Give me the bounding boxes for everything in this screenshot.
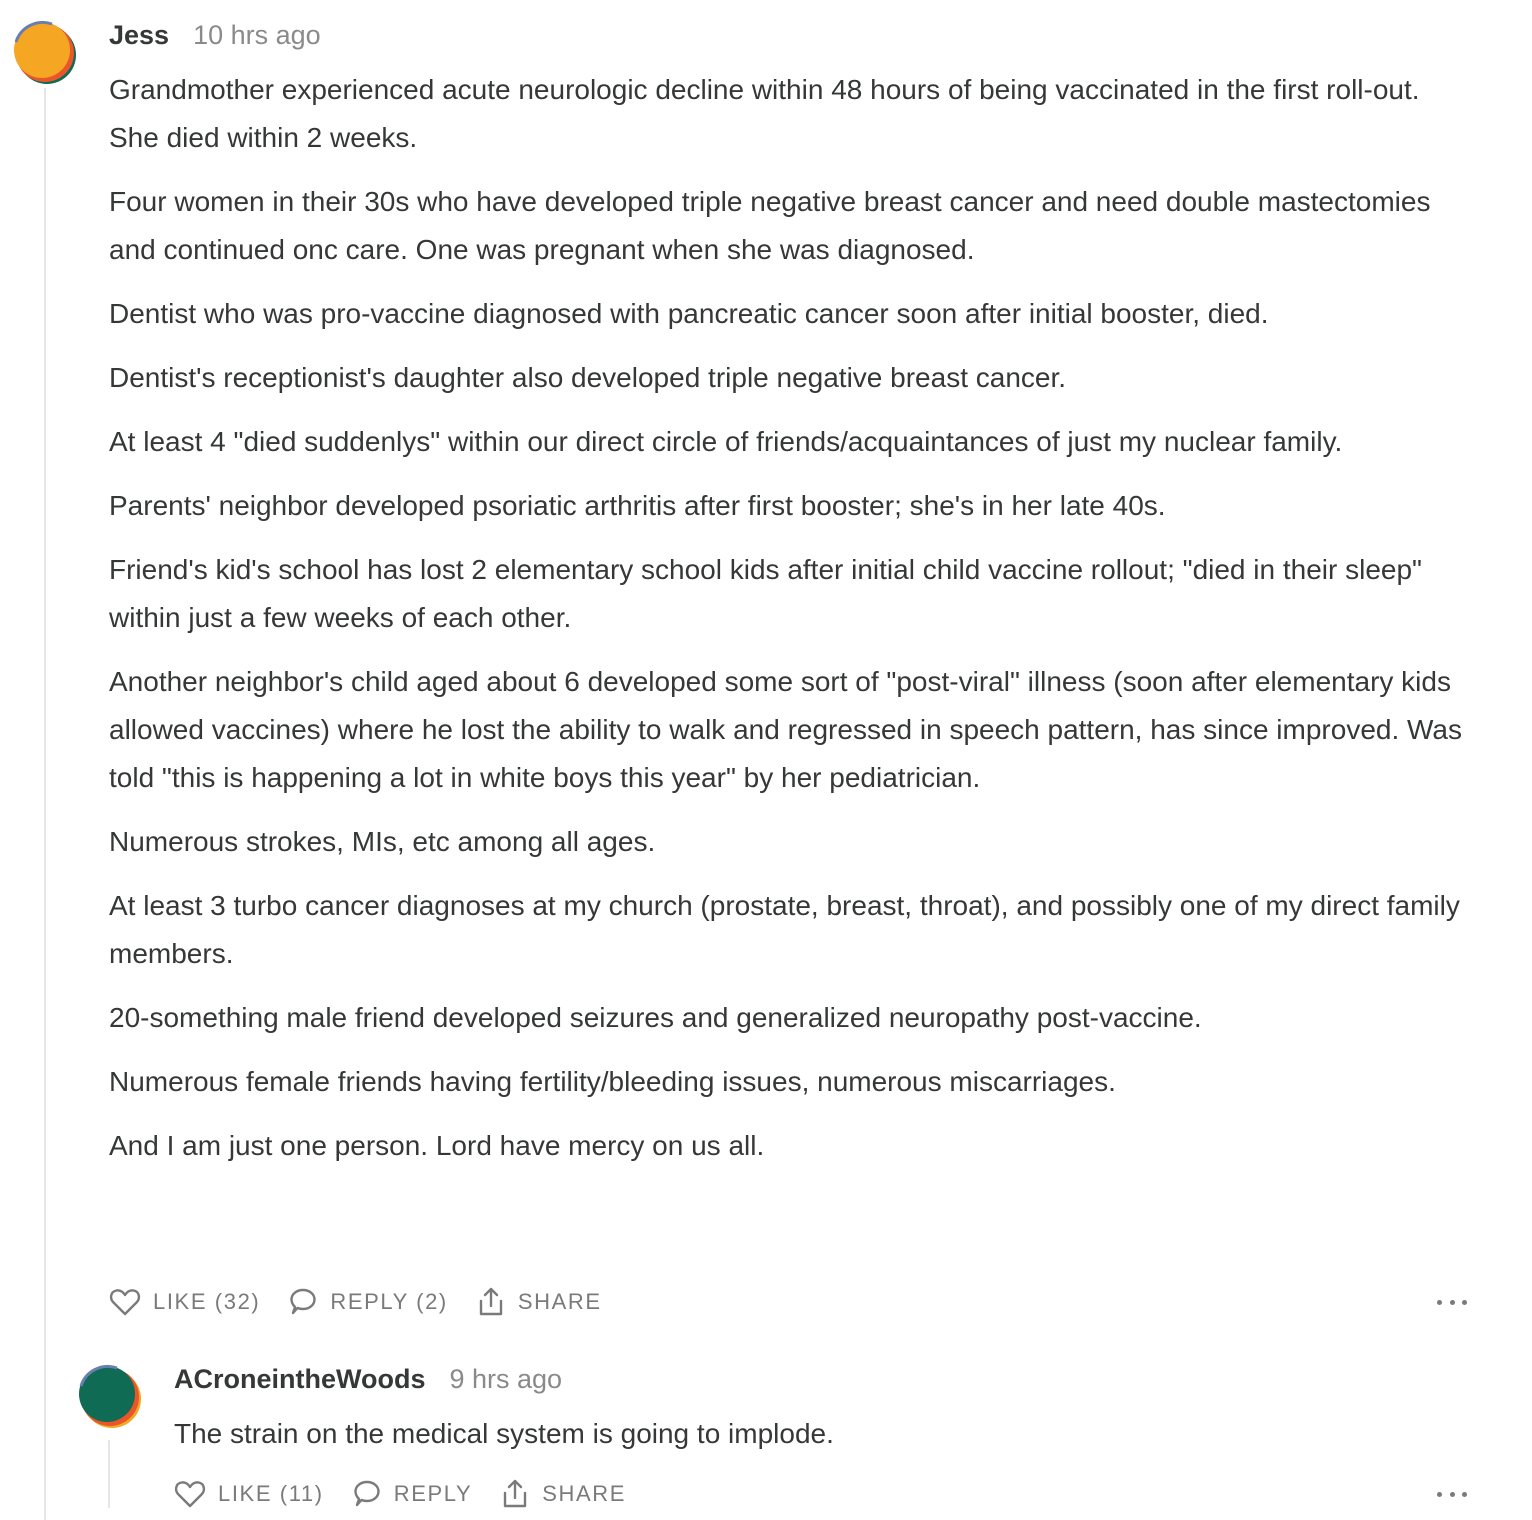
heart-icon	[109, 1289, 141, 1316]
thread-line	[44, 88, 46, 1520]
reply-thread-line	[108, 1440, 110, 1508]
comment-paragraph: Dentist who was pro-vaccine diagnosed wi…	[109, 298, 1269, 329]
reply-ellipsis-icon[interactable]	[1437, 1484, 1467, 1504]
author-name[interactable]: Jess	[109, 20, 169, 51]
reply-like-button[interactable]: LIKE (11)	[174, 1479, 324, 1509]
reply-share-button[interactable]: SHARE	[500, 1478, 626, 1510]
reply-reply-label: REPLY	[393, 1481, 473, 1506]
reply-label: REPLY (2)	[330, 1289, 448, 1314]
share-label: SHARE	[517, 1289, 602, 1314]
comment-paragraph: Dentist's receptionist's daughter also d…	[109, 362, 1067, 393]
comment-paragraph: Four women in their 30s who have develop…	[109, 186, 1431, 265]
reply-timestamp[interactable]: 9 hrs ago	[450, 1364, 563, 1395]
reply-button[interactable]: REPLY (2)	[288, 1287, 448, 1317]
comment-paragraph: At least 3 turbo cancer diagnoses at my …	[109, 890, 1460, 969]
like-button[interactable]: LIKE (32)	[109, 1287, 260, 1317]
reply-avatar[interactable]	[77, 1364, 141, 1428]
reply-header: ACroneintheWoods 9 hrs ago	[174, 1364, 562, 1395]
share-icon	[479, 1287, 503, 1316]
avatar[interactable]	[12, 20, 76, 84]
comment-header: Jess 10 hrs ago	[109, 20, 321, 51]
ellipsis-icon[interactable]	[1437, 1292, 1467, 1312]
share-button[interactable]: SHARE	[476, 1286, 602, 1318]
timestamp[interactable]: 10 hrs ago	[193, 20, 321, 51]
comment-actions: LIKE (32) REPLY (2) SHARE	[109, 1286, 630, 1318]
reply-like-label: LIKE (11)	[218, 1481, 324, 1506]
heart-icon	[174, 1481, 206, 1508]
reply-reply-button[interactable]: REPLY	[352, 1479, 473, 1509]
comment-paragraph: Friend's kid's school has lost 2 element…	[109, 554, 1422, 633]
reply-actions: LIKE (11) REPLY SHARE	[174, 1478, 654, 1510]
speech-bubble-icon	[354, 1480, 380, 1507]
comment-paragraph: Another neighbor's child aged about 6 de…	[109, 666, 1462, 793]
share-icon	[504, 1479, 527, 1508]
comment-paragraph: Parents' neighbor developed psoriatic ar…	[109, 490, 1166, 521]
speech-bubble-icon	[290, 1288, 317, 1315]
like-label: LIKE (32)	[153, 1289, 261, 1314]
comment-paragraph: Grandmother experienced acute neurologic…	[109, 74, 1420, 153]
comment-paragraph: And I am just one person. Lord have merc…	[109, 1130, 765, 1161]
reply-author-name[interactable]: ACroneintheWoods	[174, 1364, 426, 1395]
comment-paragraph: At least 4 "died suddenlys" within our d…	[109, 426, 1343, 457]
reply-share-label: SHARE	[542, 1481, 627, 1506]
comment-body: Grandmother experienced acute neurologic…	[109, 66, 1469, 1186]
comment-paragraph: 20-something male friend developed seizu…	[109, 1002, 1202, 1033]
comment-paragraph: Numerous female friends having fertility…	[109, 1066, 1116, 1097]
reply-body: The strain on the medical system is goin…	[174, 1418, 834, 1449]
comment-paragraph: Numerous strokes, MIs, etc among all age…	[109, 826, 656, 857]
